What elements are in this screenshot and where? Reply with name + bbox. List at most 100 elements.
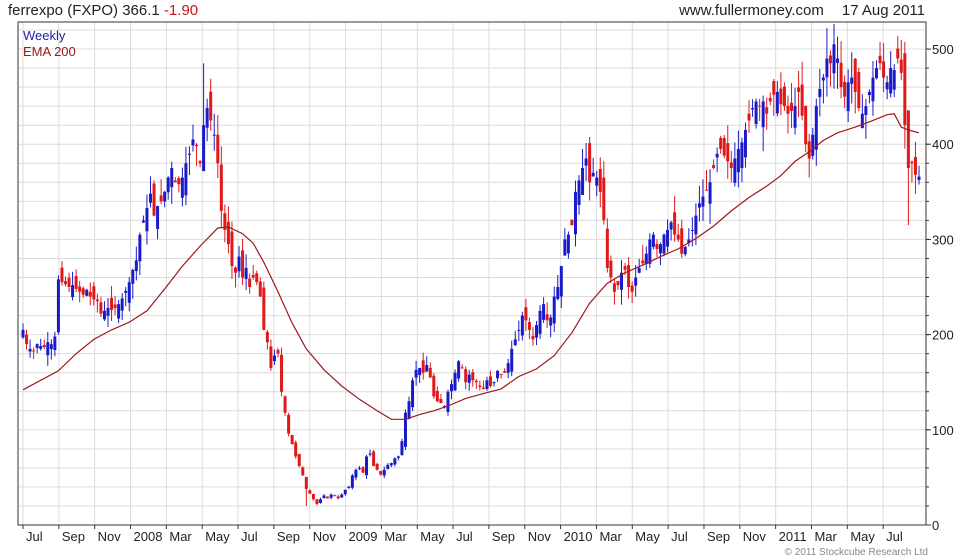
candle-body — [457, 361, 461, 379]
candle-body — [159, 195, 163, 202]
candle-body — [173, 180, 177, 183]
candle-body — [60, 267, 64, 283]
candle-body — [496, 370, 500, 379]
candle-body — [379, 471, 383, 475]
candle-body — [471, 372, 475, 381]
candle-body — [297, 454, 301, 466]
candle-body — [113, 304, 117, 308]
candle-body — [818, 89, 822, 98]
candle-body — [648, 239, 652, 264]
candle-body — [138, 234, 142, 262]
candle-body — [690, 229, 694, 231]
y-tick-label: 500 — [932, 42, 954, 57]
candle-body — [205, 108, 209, 128]
candle-body — [552, 296, 556, 324]
candle-body — [719, 137, 723, 149]
candle-body — [885, 82, 889, 90]
candle-body — [269, 346, 273, 368]
candle-body — [591, 172, 595, 177]
candle-body — [191, 139, 195, 146]
source-info: www.fullermoney.com 17 Aug 2011 — [679, 2, 925, 19]
candle-body — [276, 349, 280, 354]
stock-change: -1.90 — [163, 2, 199, 19]
candle-body — [202, 125, 206, 172]
candle-body — [701, 196, 705, 207]
candle-body — [811, 134, 815, 156]
candle-body — [828, 55, 832, 64]
candle-body — [127, 282, 131, 303]
candle-body — [658, 244, 662, 254]
candle-body — [32, 350, 36, 352]
candle-body — [333, 495, 337, 497]
y-tick-label: 0 — [932, 518, 939, 533]
candle-body — [535, 325, 539, 338]
candle-body — [322, 495, 326, 498]
candle-body — [630, 285, 634, 292]
candle-body — [131, 269, 135, 284]
candle-body — [170, 168, 174, 188]
candle-body — [733, 158, 737, 183]
y-tick-label: 400 — [932, 137, 954, 152]
candle-body — [386, 465, 390, 470]
candle-body — [95, 299, 99, 302]
candle-body — [584, 158, 588, 166]
candle-body — [134, 260, 138, 272]
candle-body — [503, 371, 507, 373]
candle-body — [637, 267, 641, 273]
candle-body — [71, 285, 75, 298]
candle-body — [506, 363, 510, 373]
candle-body — [768, 97, 772, 102]
candle-body — [446, 391, 450, 412]
candle-body — [467, 374, 471, 383]
candle-body — [800, 84, 804, 116]
x-tick-label: Jul — [886, 529, 903, 544]
candle-body — [598, 168, 602, 192]
candle-body — [846, 82, 850, 112]
candle-body — [145, 208, 149, 232]
candle-body — [280, 354, 284, 392]
candle-body — [237, 256, 241, 272]
candle-body — [152, 183, 156, 216]
candle-body — [308, 490, 312, 494]
candle-body — [106, 307, 110, 316]
candle-body — [538, 310, 542, 334]
site-link[interactable]: www.fullermoney.com — [679, 2, 824, 19]
candle-body — [336, 496, 340, 499]
x-tick-label: Sep — [492, 529, 515, 544]
candle-body — [729, 162, 733, 169]
stock-ticker: (FXPO) — [67, 2, 119, 19]
candle-body — [414, 369, 418, 378]
candle-body — [156, 206, 160, 229]
candle-body — [124, 290, 128, 293]
candle-body — [177, 178, 181, 185]
candle-body — [651, 234, 655, 247]
candle-body — [595, 177, 599, 186]
x-tick-label: Jul — [26, 529, 43, 544]
candle-body — [797, 87, 801, 92]
candle-body — [460, 367, 464, 369]
x-tick-label: Mar — [599, 529, 622, 544]
candle-body — [403, 412, 407, 447]
candle-body — [850, 77, 854, 84]
candle-body — [875, 68, 879, 79]
plot-frame — [17, 21, 927, 526]
candle-body — [577, 180, 581, 205]
candle-body — [478, 385, 482, 387]
candle-body — [903, 53, 907, 126]
candle-body — [226, 221, 230, 245]
candle-body — [74, 276, 78, 289]
candle-body — [251, 274, 255, 278]
candle-body — [425, 365, 429, 372]
candle-body — [680, 228, 684, 254]
candle-body — [216, 134, 220, 164]
candle-body — [573, 191, 577, 235]
candle-body — [736, 148, 740, 173]
legend-weekly: Weekly — [23, 28, 66, 43]
legend-ema: EMA 200 — [23, 44, 76, 59]
candle-body — [347, 486, 351, 489]
candle-body — [623, 266, 627, 270]
candle-body — [365, 456, 369, 476]
candle-body — [78, 286, 82, 292]
candle-body — [843, 81, 847, 97]
candle-body — [81, 288, 85, 295]
